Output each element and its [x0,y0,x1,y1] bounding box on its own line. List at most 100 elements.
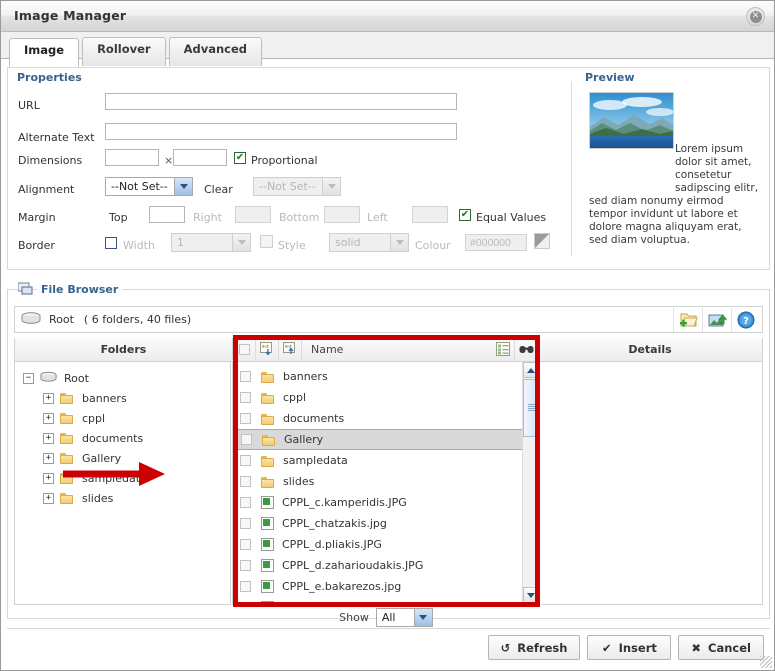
alignment-label: Alignment [18,183,75,196]
border-enable-checkbox[interactable] [105,237,117,249]
row-checkbox[interactable] [240,560,251,571]
folder-icon [60,472,74,484]
column-header-name-label[interactable]: Name [311,343,343,356]
sort-za-icon[interactable]: a-z [279,338,302,360]
list-item[interactable]: CPPL_e.bakarezos.jpg [233,576,523,597]
close-button[interactable]: ✕ [746,7,765,26]
cross-icon: ✖ [691,640,702,655]
list-item[interactable]: banners [233,366,523,387]
breadcrumb-root[interactable]: Root [49,313,74,326]
margin-top-input[interactable] [149,206,185,223]
tab-image[interactable]: Image [9,38,80,67]
tab-advanced[interactable]: Advanced [168,37,263,66]
tree-node-slides[interactable]: + slides [15,488,230,508]
tree-node-root[interactable]: − Root [15,368,230,388]
border-colour-input[interactable] [465,234,527,251]
alignment-value: --Not Set-- [111,180,168,193]
row-checkbox[interactable] [240,581,251,592]
tree-node-sampledata[interactable]: + sampledata [15,468,230,488]
search-icon[interactable] [515,338,537,360]
list-item[interactable]: CPPL_d.zaharioudakis.JPG [233,555,523,576]
list-view-icon[interactable] [492,338,515,360]
list-item[interactable]: documents [233,408,523,429]
insert-button[interactable]: ✔ Insert [587,635,672,660]
select-all-checkbox[interactable] [233,338,256,360]
row-checkbox[interactable] [240,455,251,466]
row-checkbox[interactable] [241,434,252,445]
list-item[interactable]: Gallery [233,429,523,450]
tree-node-gallery[interactable]: + Gallery [15,448,230,468]
url-input[interactable] [105,93,457,110]
margin-left-label: Left [367,211,388,224]
upload-image-icon[interactable] [702,308,731,332]
list-item[interactable]: CPPL_d.pliakis.JPG [233,534,523,555]
row-checkbox[interactable] [240,539,251,550]
list-item[interactable]: slides [233,471,523,492]
file-name: CPPL_c.kamperidis.JPG [282,496,407,509]
expand-toggle[interactable]: + [43,492,54,504]
svg-text:?: ? [743,316,749,327]
expand-toggle[interactable]: + [43,472,54,484]
dimension-height-input[interactable] [173,149,227,166]
image-file-icon [261,559,274,572]
cancel-button[interactable]: ✖ Cancel [678,635,764,660]
border-style-label: Style [278,239,306,252]
margin-bottom-input[interactable] [324,206,360,223]
expand-toggle[interactable]: + [43,412,54,424]
margin-bottom-label: Bottom [279,211,320,224]
row-checkbox[interactable] [240,497,251,508]
scroll-down-icon[interactable] [523,587,539,603]
scroll-up-icon[interactable] [523,362,539,378]
row-checkbox[interactable] [240,518,251,529]
new-folder-icon[interactable] [673,308,702,332]
list-item[interactable]: CPPL_c.kamperidis.JPG [233,492,523,513]
row-checkbox[interactable] [240,371,251,382]
file-list[interactable]: banners cppl documents Gallery sampledat [232,362,540,605]
collapse-toggle[interactable]: − [23,372,34,384]
chevron-down-icon [390,234,408,251]
margin-left-input[interactable] [412,206,448,223]
colour-picker-icon[interactable] [534,233,550,249]
border-width-select[interactable]: 1 [171,233,251,252]
proportional-checkbox[interactable] [234,152,246,164]
expand-toggle[interactable]: + [43,432,54,444]
folder-tree[interactable]: − Root + banners + cppl + documents + Ga… [14,362,231,605]
refresh-button[interactable]: ↺ Refresh [487,635,581,660]
page-title: Image Manager [14,8,127,23]
list-item[interactable]: CPPL_chatzakis.jpg [233,513,523,534]
tree-node-cppl[interactable]: + cppl [15,408,230,428]
tree-node-documents[interactable]: + documents [15,428,230,448]
row-checkbox[interactable] [240,476,251,487]
dimension-width-input[interactable] [105,149,159,166]
expand-toggle[interactable]: + [43,392,54,404]
list-item-partial[interactable] [233,597,523,604]
row-checkbox[interactable] [240,392,251,403]
help-icon[interactable]: ? [731,308,760,332]
show-select[interactable]: All [375,607,433,627]
svg-text:a-z: a-z [262,344,269,349]
image-file-icon [261,538,274,551]
equal-values-checkbox[interactable] [459,209,471,221]
tab-strip: Image Rollover Advanced [1,32,774,67]
scrollbar-thumb[interactable] [523,379,539,437]
file-browser-column-headers: Folders a-z a-z Name Details [14,338,763,362]
row-checkbox[interactable] [240,602,251,604]
alternate-text-label: Alternate Text [18,131,95,144]
row-checkbox[interactable] [240,413,251,424]
alternate-text-input[interactable] [105,123,457,140]
list-item[interactable]: sampledata [233,450,523,471]
margin-right-input[interactable] [235,206,271,223]
list-item[interactable]: cppl [233,387,523,408]
tab-rollover[interactable]: Rollover [82,37,166,66]
clear-select[interactable]: --Not Set-- [253,177,341,196]
file-list-scrollbar[interactable] [522,362,539,603]
resize-handle[interactable] [760,656,772,668]
tree-node-banners[interactable]: + banners [15,388,230,408]
sort-az-icon[interactable]: a-z [256,338,279,360]
alignment-select[interactable]: --Not Set-- [105,177,193,196]
expand-toggle[interactable]: + [43,452,54,464]
clear-value: --Not Set-- [259,180,316,193]
file-name: banners [283,370,328,383]
border-style-select[interactable]: solid [329,233,409,252]
show-label: Show [339,610,369,624]
